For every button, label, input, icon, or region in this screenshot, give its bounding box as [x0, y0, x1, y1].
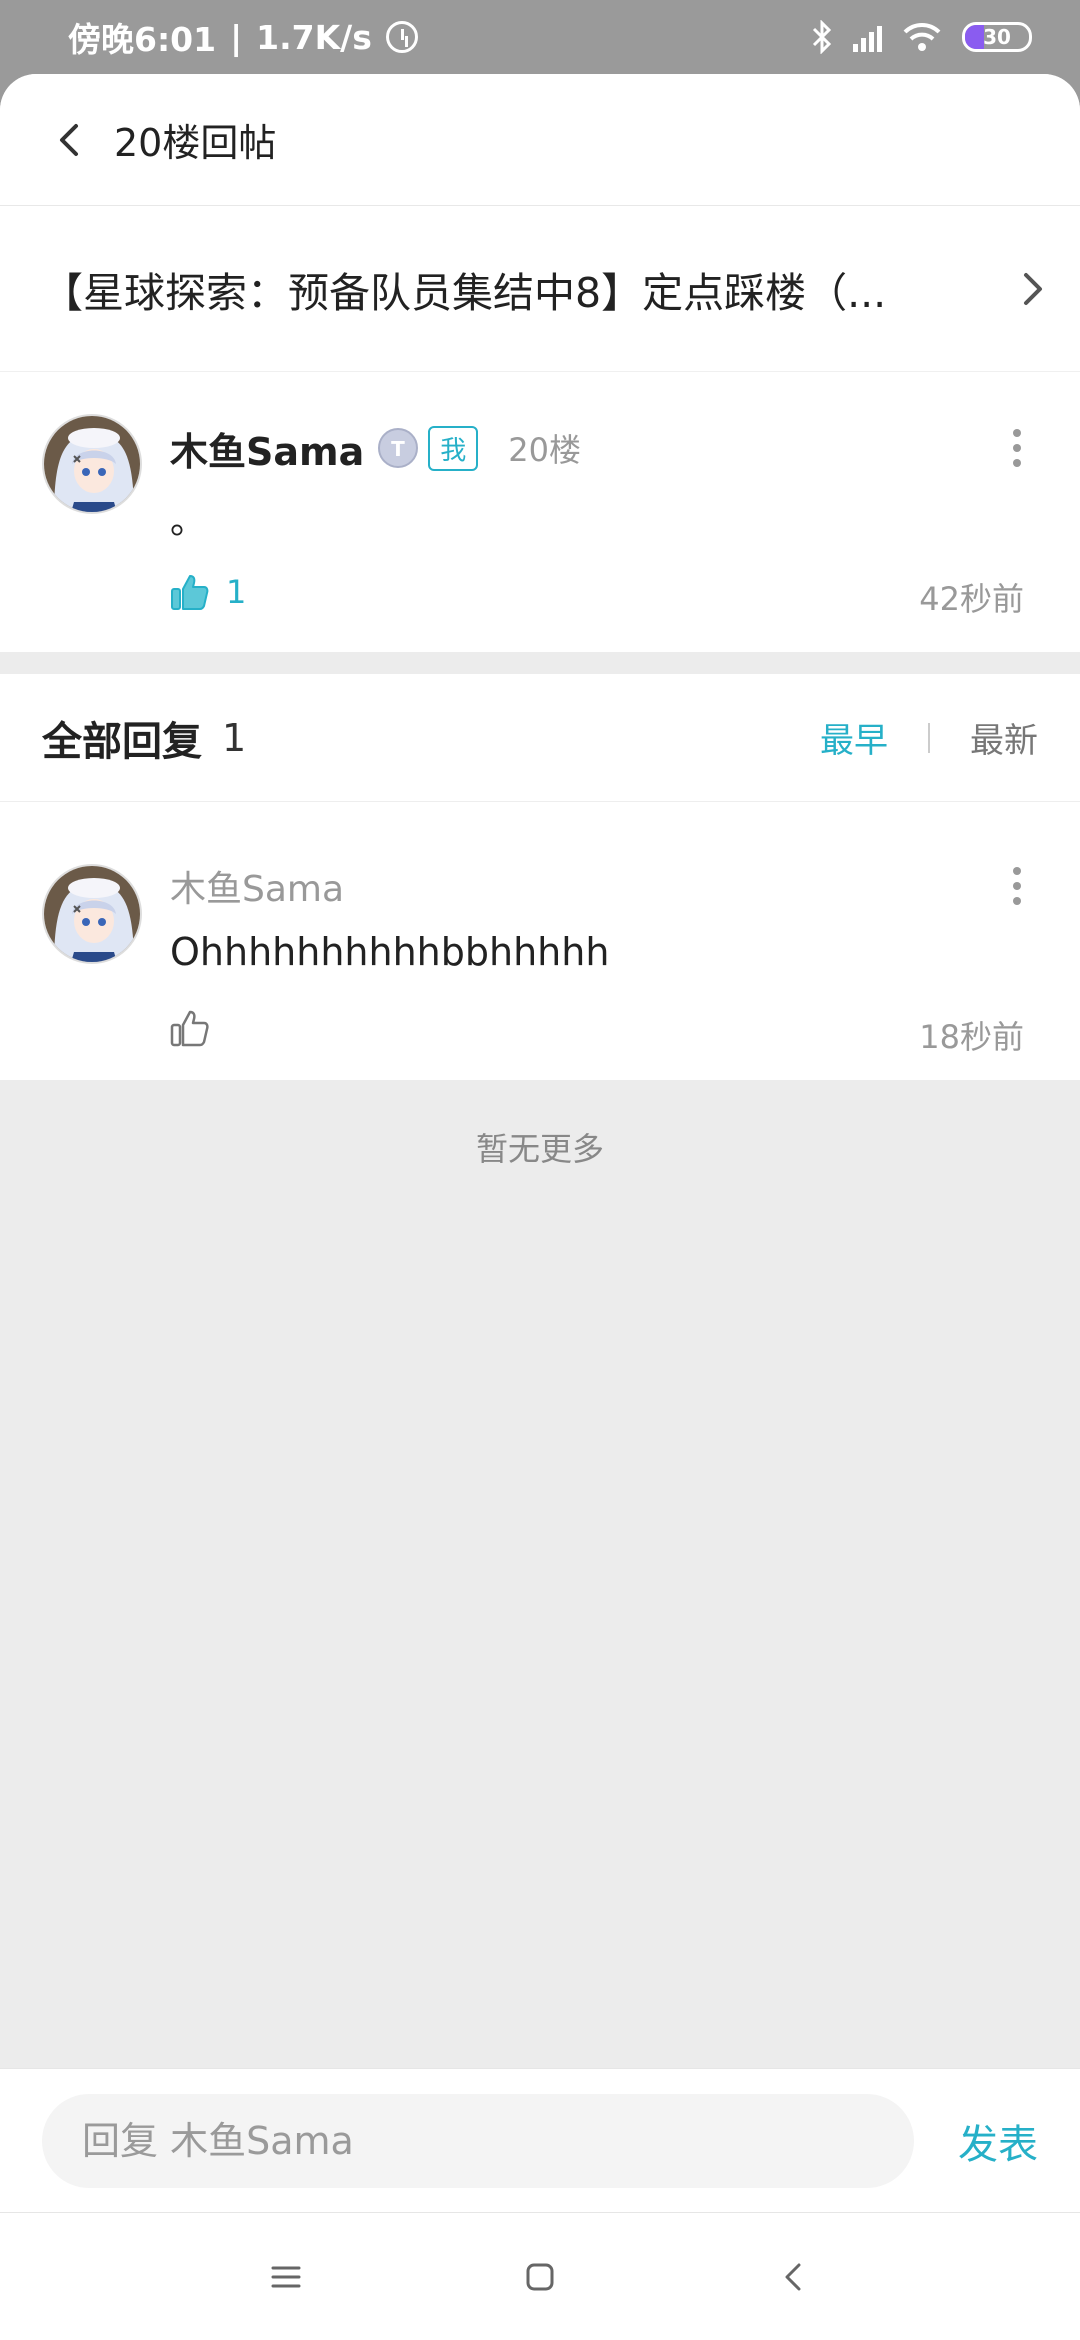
reply-input[interactable]	[42, 2093, 914, 2188]
like-button[interactable]	[170, 1008, 210, 1048]
topic-link[interactable]: 【星球探索：预备队员集结中8】定点踩楼（...	[0, 206, 1080, 372]
reply-time: 18秒前	[919, 1018, 1024, 1056]
home-icon[interactable]	[523, 2260, 557, 2294]
bluetooth-icon	[812, 20, 832, 54]
reply-author-name[interactable]: 木鱼Sama	[170, 860, 344, 912]
floor-number: 20楼	[508, 431, 581, 469]
thumbs-up-outline-icon	[170, 1010, 209, 1047]
menu-icon[interactable]	[269, 2260, 303, 2294]
me-badge: 我	[428, 425, 479, 471]
status-time: 傍晚6:01	[68, 20, 217, 59]
replies-header: 全部回复 1 最早 最新	[0, 674, 1080, 802]
send-button[interactable]: 发表	[958, 2112, 1038, 2170]
chevron-right-icon	[1024, 272, 1042, 305]
no-more-text: 暂无更多	[475, 1130, 604, 1168]
level-badge-icon: T	[378, 428, 419, 468]
avatar[interactable]	[42, 414, 142, 514]
floor-post: 木鱼Sama T 我 20楼 。 1 42秒前	[0, 372, 1080, 652]
status-bar: 傍晚6:01 | 1.7K/s 30	[0, 0, 1080, 74]
replies-count: 1	[222, 715, 247, 760]
sort-divider	[928, 722, 930, 753]
thumbs-up-filled-icon	[171, 575, 209, 610]
topic-title: 【星球探索：预备队员集结中8】定点踩楼（...	[42, 268, 887, 317]
status-separator: |	[230, 17, 243, 57]
post-content: 。	[170, 501, 207, 542]
wifi-icon	[903, 22, 941, 51]
reply-detail-sheet: 20楼回帖 【星球探索：预备队员集结中8】定点踩楼（... 木鱼Sama T 我…	[0, 74, 1080, 2340]
battery-level: 30	[983, 25, 1011, 49]
post-author-name[interactable]: 木鱼Sama	[170, 421, 364, 476]
signal-icon	[853, 22, 882, 52]
reply-bar: 发表	[0, 2068, 1080, 2212]
system-nav-bar	[0, 2212, 1080, 2340]
anime-avatar-image	[44, 866, 140, 962]
battery-icon: 30	[962, 22, 1032, 52]
post-time: 42秒前	[919, 580, 1024, 618]
back-arrow-icon[interactable]	[52, 122, 88, 158]
reply-content: Ohhhhhhhhhhbbhhhhh	[170, 930, 610, 974]
avatar[interactable]	[42, 864, 142, 964]
sort-toggle: 最早 最新	[820, 713, 1038, 762]
sort-earliest-button[interactable]: 最早	[820, 713, 888, 762]
section-gap	[0, 652, 1080, 674]
header: 20楼回帖	[0, 74, 1080, 206]
back-icon[interactable]	[777, 2260, 811, 2294]
more-options-icon[interactable]	[1012, 428, 1022, 468]
like-button[interactable]: 1	[170, 572, 246, 612]
replies-title: 全部回复	[42, 718, 202, 765]
reply-item: 木鱼Sama Ohhhhhhhhhhbbhhhhh 18秒前	[0, 802, 1080, 1080]
more-options-icon[interactable]	[1012, 866, 1022, 906]
page-title: 20楼回帖	[114, 121, 277, 165]
svg-text:T: T	[391, 437, 405, 461]
status-net-speed: 1.7K/s	[256, 17, 372, 57]
like-count: 1	[226, 573, 247, 611]
anime-avatar-image	[44, 416, 140, 512]
alarm-icon	[385, 21, 418, 53]
sort-newest-button[interactable]: 最新	[970, 713, 1038, 762]
